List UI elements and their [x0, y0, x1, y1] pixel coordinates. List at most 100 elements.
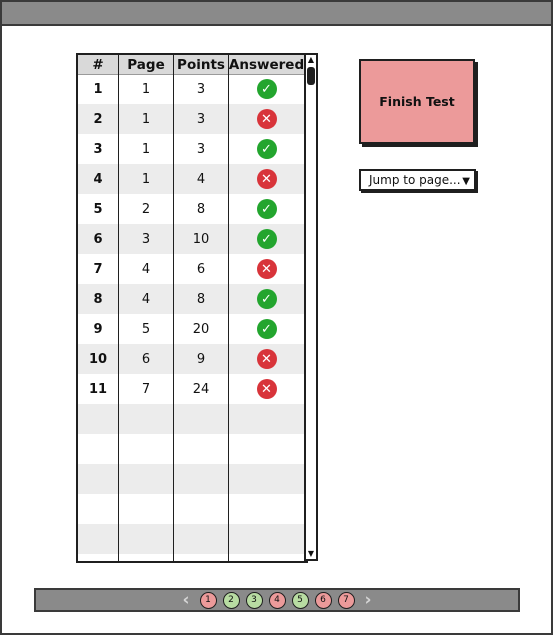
chevron-right-icon[interactable]: ›: [365, 591, 372, 609]
pager-controls: ‹ 1234567 ›: [36, 590, 518, 610]
chevron-left-icon[interactable]: ‹: [182, 591, 189, 609]
check-circle-icon: ✓: [256, 319, 277, 339]
page-dot-4[interactable]: 4: [268, 591, 286, 609]
question-number: 2: [93, 111, 103, 127]
table-row[interactable]: 5 2 8 ✓: [78, 194, 306, 224]
question-answered: ✕: [229, 164, 304, 194]
jump-to-page-dropdown[interactable]: Jump to page... ▼: [359, 169, 476, 191]
scroll-thumb[interactable]: [307, 67, 315, 85]
question-points: 24: [192, 381, 210, 397]
question-number: 1: [93, 81, 103, 97]
table-row[interactable]: 4 1 4 ✕: [78, 164, 306, 194]
questions-table: # Page Points Answered 1 1 3 ✓ 2 1 3 ✕ 3 1 3 ✓ 4 1 4 ✕ 5…: [76, 53, 308, 563]
question-points: 20: [192, 321, 210, 337]
question-points: 4: [196, 171, 206, 187]
check-circle-icon: ✓: [256, 199, 277, 219]
question-points: 3: [196, 111, 206, 127]
check-circle-icon: ✓: [256, 139, 277, 159]
question-number: 6: [93, 231, 103, 247]
x-circle-icon: ✕: [256, 349, 277, 369]
table-row[interactable]: 3 1 3 ✓: [78, 134, 306, 164]
scroll-up-arrow-icon[interactable]: ▲: [306, 55, 316, 65]
x-circle-icon: ✕: [256, 259, 277, 279]
column-header-points[interactable]: Points: [174, 55, 228, 74]
question-page: 1: [141, 81, 151, 97]
question-page: 4: [141, 261, 151, 277]
empty-table-row: [78, 404, 306, 434]
x-circle-icon: ✕: [256, 379, 277, 399]
column-header-answered[interactable]: Answered: [229, 55, 304, 74]
question-page: 1: [141, 141, 151, 157]
question-page: 2: [141, 201, 151, 217]
question-points: 10: [192, 231, 210, 247]
question-page: 6: [141, 351, 151, 367]
question-answered: ✓: [229, 284, 304, 314]
page-dot-7[interactable]: 7: [337, 591, 355, 609]
empty-table-row: [78, 434, 306, 464]
empty-table-row: [78, 494, 306, 524]
question-points: 6: [196, 261, 206, 277]
question-page: 4: [141, 291, 151, 307]
question-answered: ✕: [229, 374, 304, 404]
check-circle-icon: ✓: [256, 229, 277, 249]
page-dot-1[interactable]: 1: [199, 591, 217, 609]
empty-table-row: [78, 464, 306, 494]
title-bar: [2, 2, 551, 26]
question-answered: ✓: [229, 194, 304, 224]
check-circle-icon: ✓: [256, 289, 277, 309]
empty-table-row: [78, 524, 306, 554]
jump-to-page-label: Jump to page...: [369, 173, 461, 187]
question-number: 9: [93, 321, 103, 337]
table-row[interactable]: 11 7 24 ✕: [78, 374, 306, 404]
question-answered: ✓: [229, 314, 304, 344]
page-navigation-bar: ‹ 1234567 ›: [34, 588, 520, 612]
column-header-number[interactable]: #: [78, 55, 118, 74]
question-number: 10: [88, 351, 108, 367]
question-answered: ✓: [229, 224, 304, 254]
question-number: 4: [93, 171, 103, 187]
question-number: 8: [93, 291, 103, 307]
question-number: 5: [93, 201, 103, 217]
question-page: 1: [141, 111, 151, 127]
page-dot-2[interactable]: 2: [222, 591, 240, 609]
column-divider: [118, 55, 119, 561]
table-row[interactable]: 9 5 20 ✓: [78, 314, 306, 344]
check-circle-icon: ✓: [256, 79, 277, 99]
question-page: 5: [141, 321, 151, 337]
table-row[interactable]: 7 4 6 ✕: [78, 254, 306, 284]
table-header: # Page Points Answered: [78, 55, 306, 75]
question-page: 7: [141, 381, 151, 397]
caret-down-icon: ▼: [462, 176, 470, 187]
question-points: 8: [196, 201, 206, 217]
table-body: 1 1 3 ✓ 2 1 3 ✕ 3 1 3 ✓ 4 1 4 ✕ 5 2 8 ✓ 6 3 10 ✓ 7 4 6 ✕ 8 4 8 ✓ 9 5 20 ✓ 10…: [78, 74, 306, 554]
question-answered: ✓: [229, 134, 304, 164]
page-dot-5[interactable]: 5: [291, 591, 309, 609]
table-row[interactable]: 2 1 3 ✕: [78, 104, 306, 134]
x-circle-icon: ✕: [256, 169, 277, 189]
question-points: 3: [196, 81, 206, 97]
question-points: 8: [196, 291, 206, 307]
question-page: 3: [141, 231, 151, 247]
scroll-down-arrow-icon[interactable]: ▼: [306, 549, 316, 559]
table-row[interactable]: 8 4 8 ✓: [78, 284, 306, 314]
question-answered: ✕: [229, 344, 304, 374]
table-scrollbar[interactable]: ▲ ▼: [304, 53, 318, 561]
question-number: 7: [93, 261, 103, 277]
question-number: 11: [88, 381, 108, 397]
question-page: 1: [141, 171, 151, 187]
table-row[interactable]: 1 1 3 ✓: [78, 74, 306, 104]
finish-test-button[interactable]: Finish Test: [359, 59, 475, 144]
page-dot-3[interactable]: 3: [245, 591, 263, 609]
table-row[interactable]: 6 3 10 ✓: [78, 224, 306, 254]
question-answered: ✕: [229, 104, 304, 134]
app-window: # Page Points Answered 1 1 3 ✓ 2 1 3 ✕ 3 1 3 ✓ 4 1 4 ✕ 5…: [0, 0, 553, 635]
table-row[interactable]: 10 6 9 ✕: [78, 344, 306, 374]
column-divider: [228, 55, 229, 561]
question-points: 3: [196, 141, 206, 157]
x-circle-icon: ✕: [256, 109, 277, 129]
question-answered: ✕: [229, 254, 304, 284]
question-points: 9: [196, 351, 206, 367]
question-number: 3: [93, 141, 103, 157]
column-header-page[interactable]: Page: [119, 55, 173, 74]
page-dot-6[interactable]: 6: [314, 591, 332, 609]
